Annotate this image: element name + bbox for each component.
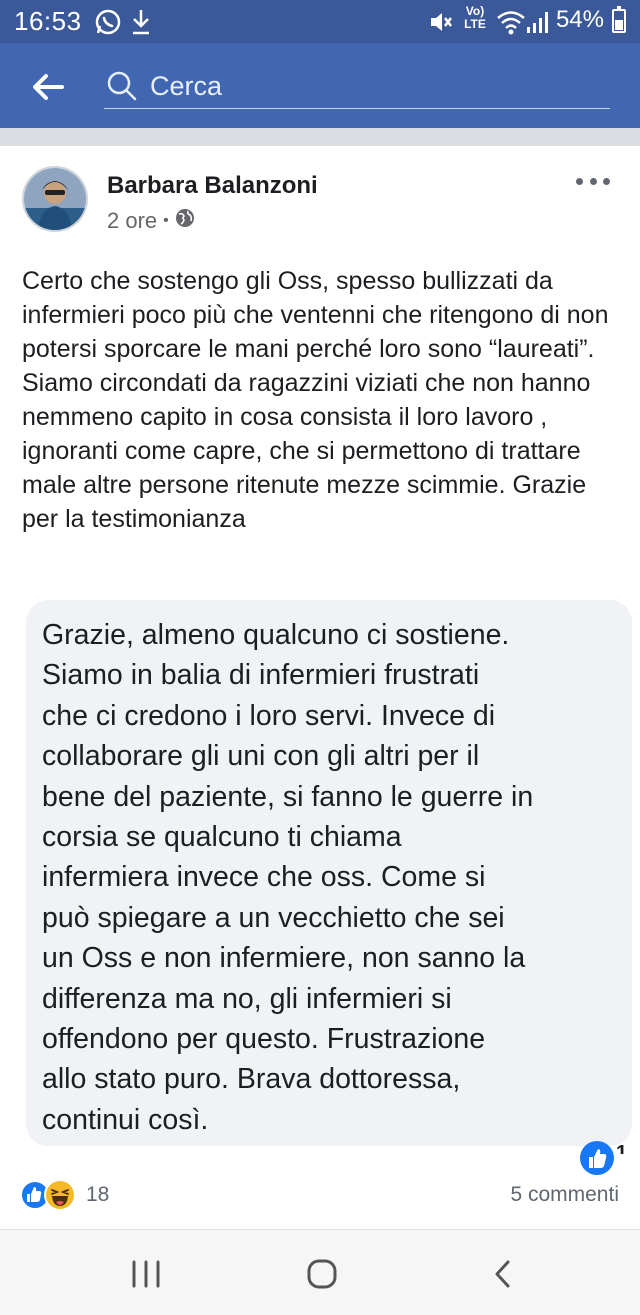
- reactions-count[interactable]: 18: [86, 1183, 109, 1207]
- meta-separator: •: [163, 212, 169, 229]
- post-text: Certo che sostengo gli Oss, spesso bulli…: [22, 267, 609, 533]
- more-options-button[interactable]: [576, 171, 610, 191]
- profile-photo: [24, 168, 86, 230]
- post-author[interactable]: Barbara Balanzoni: [107, 172, 318, 200]
- search-bar[interactable]: [104, 65, 610, 109]
- dot-icon: [603, 177, 610, 185]
- globe-icon: [175, 208, 195, 234]
- whatsapp-icon: [94, 8, 122, 41]
- comment-line: offendono per questo. Frustrazione: [42, 1023, 486, 1056]
- dot-icon: [589, 177, 597, 185]
- dot-icon: [576, 177, 583, 185]
- signal-icon: [526, 10, 550, 39]
- haha-icon: [44, 1179, 76, 1211]
- recent-apps-button[interactable]: [126, 1258, 166, 1290]
- avatar[interactable]: [22, 166, 88, 232]
- comment-like-icon: [580, 1141, 614, 1175]
- home-icon: [307, 1259, 337, 1289]
- comment-line: Grazie, almeno qualcuno ci sostiene.: [42, 619, 510, 651]
- comment-line: collaborare gli uni con gli altri per il: [42, 740, 480, 773]
- reactions-bar: 18 5 commenti: [0, 1176, 640, 1216]
- mute-icon: [428, 9, 454, 40]
- cropped-text-line: [54, 1155, 364, 1163]
- post-time[interactable]: 2 ore: [107, 208, 157, 234]
- comment-text: Grazie, almeno qualcuno ci sostiene. Sia…: [42, 615, 622, 1140]
- status-bar: 16:53 Vo) LTE 54%: [0, 0, 640, 43]
- recent-apps-icon: [132, 1260, 160, 1288]
- comment-line: corsia se qualcuno ti chiama: [42, 821, 402, 854]
- post-meta: 2 ore •: [107, 208, 195, 234]
- comment-line: può spiegare a un vecchietto che sei: [42, 901, 505, 934]
- comment-line: differenza ma no, gli infermieri si: [42, 982, 452, 1015]
- comment-line: allo stato puro. Brava dottoressa,: [42, 1063, 461, 1096]
- download-icon: [130, 8, 152, 41]
- post-card: Barbara Balanzoni 2 ore • Certo che sost…: [0, 146, 640, 1230]
- quoted-comment: Grazie, almeno qualcuno ci sostiene. Sia…: [26, 600, 632, 1146]
- comment-line: continui così.: [42, 1103, 209, 1136]
- battery-icon: [612, 6, 626, 33]
- back-button[interactable]: [26, 65, 70, 109]
- search-input[interactable]: [150, 69, 590, 103]
- reaction-icons[interactable]: [20, 1176, 82, 1212]
- battery-percent: 54%: [555, 6, 604, 33]
- comment-line: un Oss e non infermiere, non sanno la: [42, 942, 526, 975]
- system-back-button[interactable]: [484, 1258, 524, 1290]
- comment-line: infermiera invece che oss. Come si: [42, 861, 486, 894]
- app-header: [0, 43, 640, 128]
- wifi-icon: [496, 9, 526, 40]
- system-nav-bar: [0, 1229, 640, 1315]
- search-icon: [106, 70, 138, 107]
- comment-line: Siamo in balia di infermieri frustrati: [42, 659, 480, 692]
- comment-line: bene del paziente, si fanno le guerre in: [42, 780, 534, 813]
- arrow-left-icon: [33, 74, 64, 100]
- home-button[interactable]: [302, 1258, 342, 1290]
- comment-reaction-count: 1: [616, 1142, 628, 1154]
- feed-separator: [0, 128, 640, 146]
- volte-icon: Vo) LTE: [460, 5, 490, 31]
- status-time: 16:53: [14, 6, 82, 36]
- comments-count[interactable]: 5 commenti: [510, 1183, 619, 1207]
- lte-label: LTE: [464, 17, 486, 31]
- comment-line: che ci credono i loro servi. Invece di: [42, 699, 496, 732]
- chevron-left-icon: [495, 1260, 510, 1288]
